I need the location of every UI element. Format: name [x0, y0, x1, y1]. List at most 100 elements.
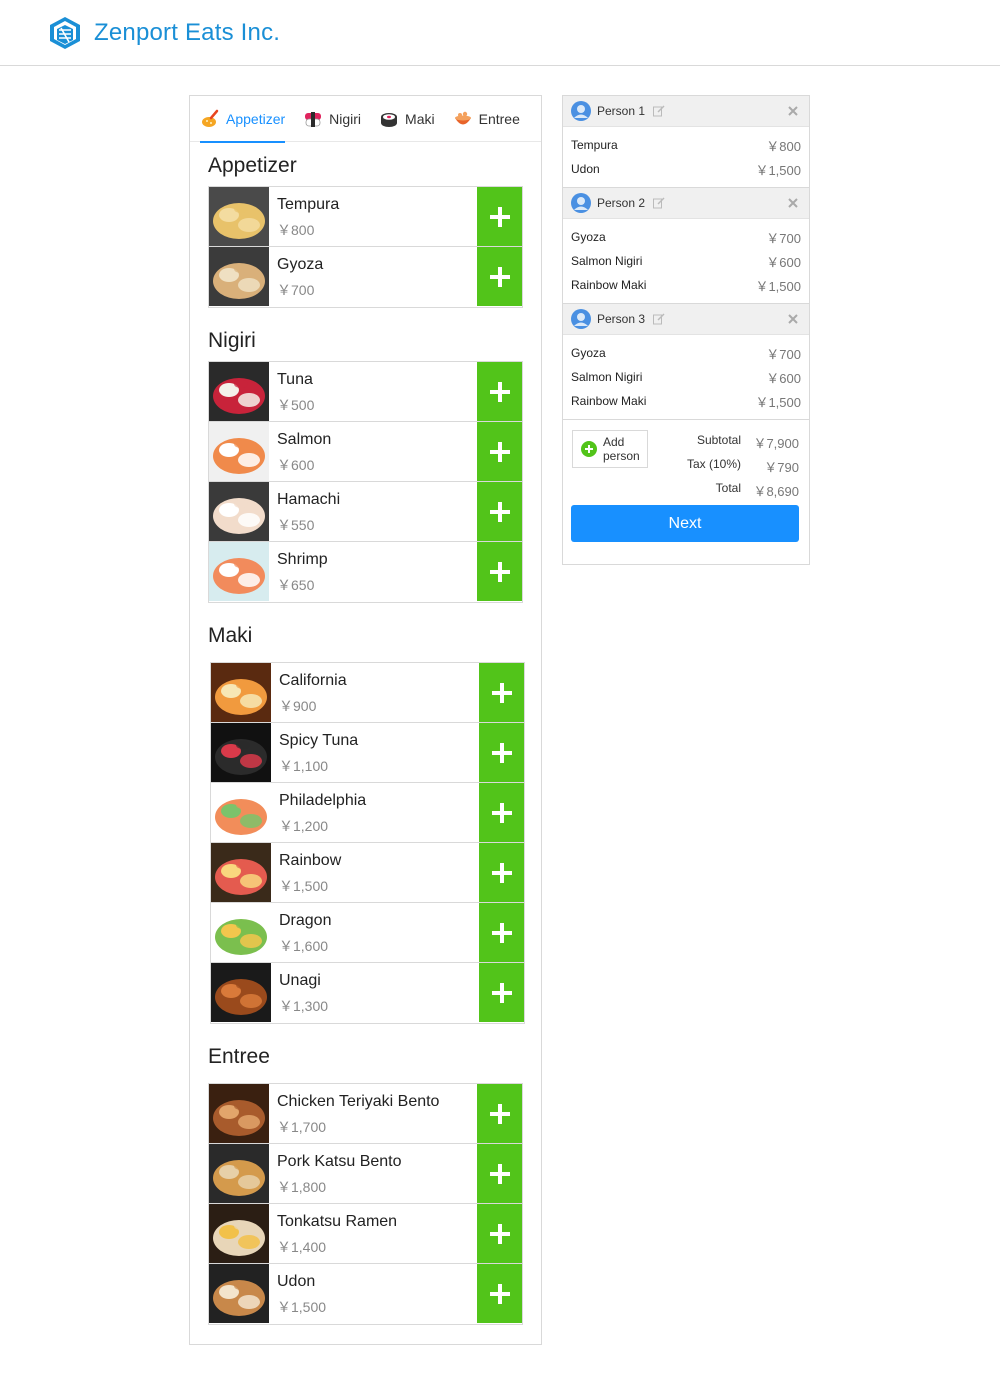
- menu-item-name: California: [279, 672, 347, 689]
- order-line-price: ￥800: [766, 138, 801, 154]
- order-line-item: Gyoza: [571, 346, 606, 360]
- plus-icon: [489, 1223, 510, 1244]
- menu-item-name: Shrimp: [277, 551, 328, 568]
- menu-item-name: Spicy Tuna: [279, 732, 359, 749]
- menu-item-price: ￥1,100: [279, 758, 329, 774]
- add-item-button[interactable]: [477, 362, 522, 421]
- total-label: Total: [715, 481, 741, 495]
- add-item-button[interactable]: [479, 723, 524, 782]
- edit-icon[interactable]: [653, 105, 665, 117]
- add-person-button[interactable]: Add person: [572, 430, 648, 468]
- menu-item-price: ￥650: [277, 577, 315, 593]
- menu-item-row: Hamachi ￥550: [209, 482, 522, 542]
- menu-panel: Appetizer Nigiri Maki Entree Appetizer T…: [189, 95, 542, 1345]
- order-line-price: ￥600: [766, 370, 801, 386]
- add-item-button[interactable]: [477, 1204, 522, 1263]
- tab-label: Appetizer: [226, 110, 286, 127]
- menu-item-row: California ￥900: [211, 663, 524, 723]
- close-icon[interactable]: [787, 197, 799, 209]
- order-line-price: ￥1,500: [755, 162, 801, 178]
- menu-item-info: Tuna ￥500: [269, 362, 477, 421]
- menu-item-row: Shrimp ￥650: [209, 542, 522, 602]
- person-order-block: Person 2 Gyoza ￥700 Salmon Nigiri ￥600 Rainbo…: [563, 188, 809, 304]
- menu-item-name: Chicken Teriyaki Bento: [277, 1093, 440, 1110]
- food-photo: [209, 362, 269, 421]
- menu-item-name: Gyoza: [277, 256, 324, 273]
- total-row: Total ￥8,690: [661, 481, 799, 500]
- close-icon[interactable]: [787, 313, 799, 325]
- food-photo: [211, 903, 271, 962]
- add-item-button[interactable]: [477, 1084, 522, 1143]
- menu-item-row: Pork Katsu Bento ￥1,800: [209, 1144, 522, 1204]
- food-photo: [209, 1264, 269, 1323]
- person-name: Person 1: [597, 104, 646, 118]
- menu-item-info: Philadelphia ￥1,200: [271, 783, 479, 842]
- order-line-price: ￥1,500: [755, 394, 801, 410]
- food-photo: [209, 1144, 269, 1203]
- tax-label: Tax (10%): [686, 457, 741, 471]
- tab-appetizer[interactable]: Appetizer: [200, 96, 286, 143]
- menu-item-row: Rainbow ￥1,500: [211, 843, 524, 903]
- food-photo: [209, 1084, 269, 1143]
- maki-icon: [381, 112, 398, 127]
- add-item-button[interactable]: [477, 1264, 522, 1323]
- edit-icon[interactable]: [653, 313, 665, 325]
- subtotal-row: Subtotal ￥7,900: [661, 433, 799, 452]
- menu-item-name: Pork Katsu Bento: [277, 1153, 402, 1170]
- person-header: Person 3: [563, 304, 809, 335]
- add-item-button[interactable]: [477, 247, 522, 306]
- add-item-button[interactable]: [479, 663, 524, 722]
- plus-icon: [489, 206, 510, 227]
- menu-item-price: ￥900: [279, 698, 317, 714]
- menu-item-row: Tempura ￥800: [209, 187, 522, 247]
- plus-icon: [489, 381, 510, 402]
- add-item-button[interactable]: [477, 187, 522, 246]
- entree-list: Chicken Teriyaki Bento ￥1,700 Pork Katsu B…: [208, 1083, 523, 1325]
- subtotal-label: Subtotal: [696, 433, 741, 447]
- add-item-button[interactable]: [477, 542, 522, 601]
- menu-item-info: Unagi ￥1,300: [271, 963, 479, 1023]
- menu-item-info: Shrimp ￥650: [269, 542, 477, 602]
- plus-icon: [491, 742, 512, 763]
- tab-label: Maki: [405, 110, 435, 127]
- menu-item-row: Salmon ￥600: [209, 422, 522, 482]
- tab-label: Entree: [478, 110, 520, 127]
- menu-item-name: Philadelphia: [279, 792, 367, 809]
- tab-nigiri[interactable]: Nigiri: [303, 96, 361, 142]
- add-item-button[interactable]: [479, 963, 524, 1022]
- person-header: Person 1: [563, 96, 809, 127]
- food-photo: [211, 963, 271, 1022]
- tab-maki[interactable]: Maki: [379, 96, 435, 142]
- next-button[interactable]: Next: [571, 505, 799, 542]
- menu-item-price: ￥550: [277, 517, 315, 533]
- close-icon[interactable]: [787, 105, 799, 117]
- plus-icon: [489, 266, 510, 287]
- add-item-button[interactable]: [479, 843, 524, 902]
- app-header: Zenport Eats Inc.: [0, 0, 1000, 66]
- menu-item-row: Udon ￥1,500: [209, 1264, 522, 1324]
- category-tabs: Appetizer Nigiri Maki Entree: [190, 96, 541, 143]
- add-item-button[interactable]: [479, 783, 524, 842]
- plus-icon: [489, 501, 510, 522]
- plus-icon: [491, 802, 512, 823]
- order-line: Gyoza ￥700: [571, 225, 801, 249]
- nigiri-icon: [305, 111, 322, 127]
- edit-icon[interactable]: [653, 197, 665, 209]
- user-avatar-icon: [571, 309, 591, 329]
- section-title-appetizer: Appetizer: [208, 154, 297, 177]
- add-item-button[interactable]: [477, 422, 522, 481]
- add-item-button[interactable]: [477, 1144, 522, 1203]
- add-item-button[interactable]: [477, 482, 522, 541]
- tab-entree[interactable]: Entree: [453, 96, 520, 142]
- total-value: ￥8,690: [753, 484, 799, 499]
- food-photo: [211, 783, 271, 842]
- add-item-button[interactable]: [479, 903, 524, 962]
- order-panel: Person 1 Tempura ￥800 Udon ￥1,500 Person 2 Gyo…: [562, 95, 810, 565]
- menu-item-info: Salmon ￥600: [269, 422, 477, 481]
- food-photo: [209, 482, 269, 541]
- menu-item-price: ￥1,200: [279, 818, 329, 834]
- food-photo: [209, 247, 269, 306]
- menu-item-info: Hamachi ￥550: [269, 482, 477, 541]
- menu-item-price: ￥1,500: [277, 1299, 327, 1315]
- order-line: Gyoza ￥700: [571, 341, 801, 365]
